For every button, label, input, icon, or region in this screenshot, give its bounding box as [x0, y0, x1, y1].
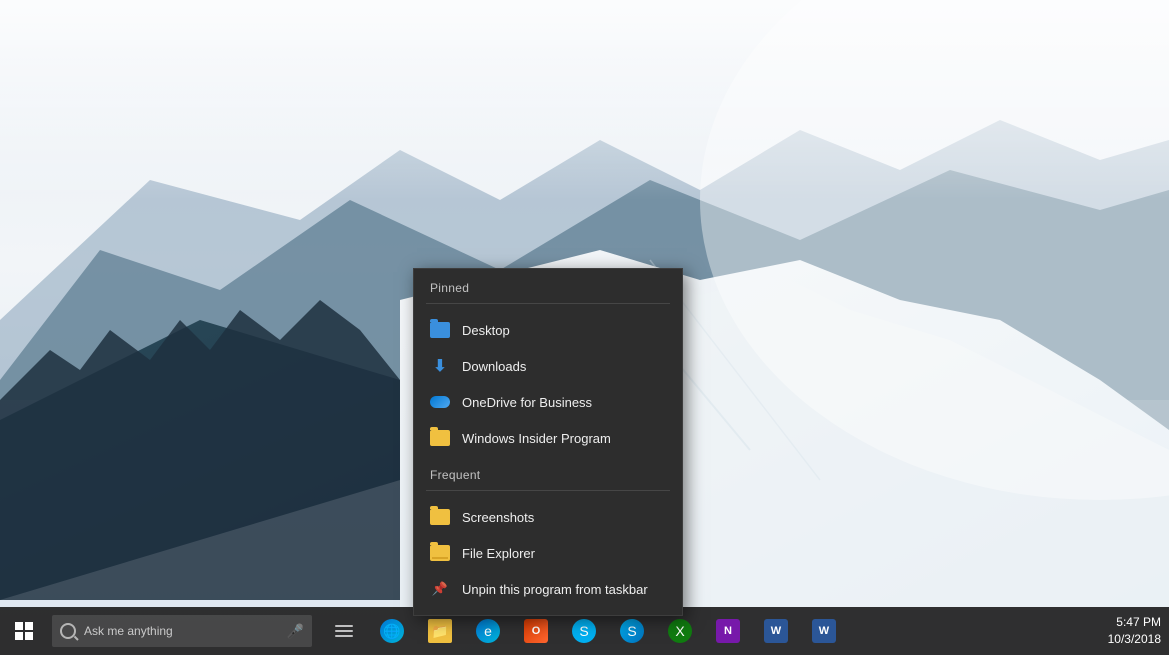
- screenshots-folder-icon: [430, 507, 450, 527]
- menu-item-insider-label: Windows Insider Program: [462, 431, 611, 446]
- menu-item-desktop[interactable]: Desktop: [414, 312, 682, 348]
- menu-item-unpin[interactable]: 📌 Unpin this program from taskbar: [414, 571, 682, 607]
- menu-item-file-explorer[interactable]: File Explorer: [414, 535, 682, 571]
- word2-icon: W: [812, 619, 836, 643]
- start-button[interactable]: [0, 607, 48, 655]
- onenote-button[interactable]: N: [704, 607, 752, 655]
- word2-button[interactable]: W: [800, 607, 848, 655]
- file-explorer-taskbar-icon: 📁: [428, 619, 452, 643]
- onenote-icon: N: [716, 619, 740, 643]
- edge-icon: e: [476, 619, 500, 643]
- pinned-header: Pinned: [414, 269, 682, 303]
- frequent-divider: [426, 490, 670, 491]
- context-menu: Pinned Desktop ⬇ Downloads OneDrive for …: [413, 268, 683, 616]
- folder-yellow-icon: [430, 428, 450, 448]
- microphone-icon: 🎤: [287, 623, 304, 640]
- skype-business-icon: S: [572, 619, 596, 643]
- globe-button[interactable]: 🌐: [368, 607, 416, 655]
- file-explorer-icon: [430, 543, 450, 563]
- word-icon: W: [764, 619, 788, 643]
- download-icon: ⬇: [430, 356, 450, 376]
- time: 5:47 PM: [1108, 614, 1161, 631]
- pinned-divider: [426, 303, 670, 304]
- menu-item-insider[interactable]: Windows Insider Program: [414, 420, 682, 456]
- search-icon: [60, 623, 76, 639]
- menu-item-desktop-label: Desktop: [462, 323, 510, 338]
- menu-item-screenshots[interactable]: Screenshots: [414, 499, 682, 535]
- menu-item-file-explorer-label: File Explorer: [462, 546, 535, 561]
- outlook-icon: O: [524, 619, 548, 643]
- task-view-icon: [335, 625, 353, 637]
- xbox-icon: X: [668, 619, 692, 643]
- search-placeholder: Ask me anything: [84, 624, 173, 638]
- taskbar-right: 5:47 PM 10/3/2018: [1108, 614, 1169, 648]
- unpin-icon: 📌: [430, 579, 450, 599]
- frequent-header: Frequent: [414, 456, 682, 490]
- globe-icon: 🌐: [380, 619, 404, 643]
- skype-icon: S: [620, 619, 644, 643]
- folder-blue-icon: [430, 320, 450, 340]
- time-display[interactable]: 5:47 PM 10/3/2018: [1108, 614, 1161, 648]
- task-view-button[interactable]: [320, 607, 368, 655]
- onedrive-icon: [430, 392, 450, 412]
- menu-item-downloads-label: Downloads: [462, 359, 526, 374]
- date: 10/3/2018: [1108, 631, 1161, 648]
- menu-item-downloads[interactable]: ⬇ Downloads: [414, 348, 682, 384]
- menu-item-onedrive-label: OneDrive for Business: [462, 395, 592, 410]
- menu-item-unpin-label: Unpin this program from taskbar: [462, 582, 648, 597]
- menu-item-screenshots-label: Screenshots: [462, 510, 534, 525]
- search-bar[interactable]: Ask me anything 🎤: [52, 615, 312, 647]
- menu-item-onedrive[interactable]: OneDrive for Business: [414, 384, 682, 420]
- word-button[interactable]: W: [752, 607, 800, 655]
- start-icon: [15, 622, 33, 640]
